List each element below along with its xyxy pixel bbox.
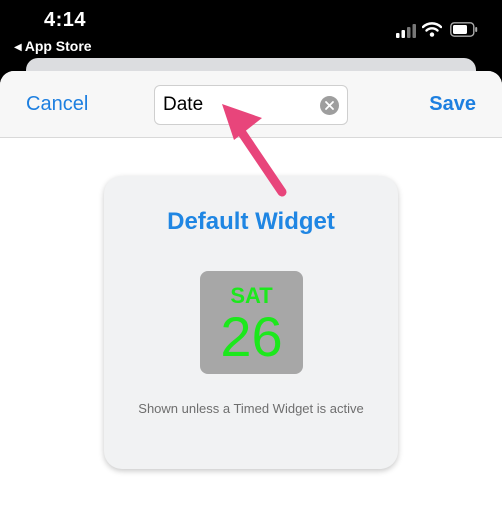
wifi-icon [422,22,442,37]
pointer-arrow-icon [222,104,287,197]
cancel-button[interactable]: Cancel [26,93,88,116]
default-widget-card[interactable]: Default Widget SAT 26 Shown unless a Tim… [104,176,398,469]
date-number: 26 [220,305,283,368]
back-triangle-icon: ◀ [14,42,22,53]
battery-icon [450,22,478,37]
widget-caption: Shown unless a Timed Widget is active [138,401,364,416]
cellular-signal-icon [396,24,416,38]
save-button[interactable]: Save [429,93,476,116]
widget-title: Default Widget [167,208,335,235]
back-to-app-link[interactable]: ◀ App Store [14,38,92,54]
clear-x-icon[interactable] [320,96,339,115]
back-app-label: App Store [24,38,92,54]
date-widget-preview: SAT 26 [200,271,303,374]
status-time: 4:14 [44,9,87,31]
